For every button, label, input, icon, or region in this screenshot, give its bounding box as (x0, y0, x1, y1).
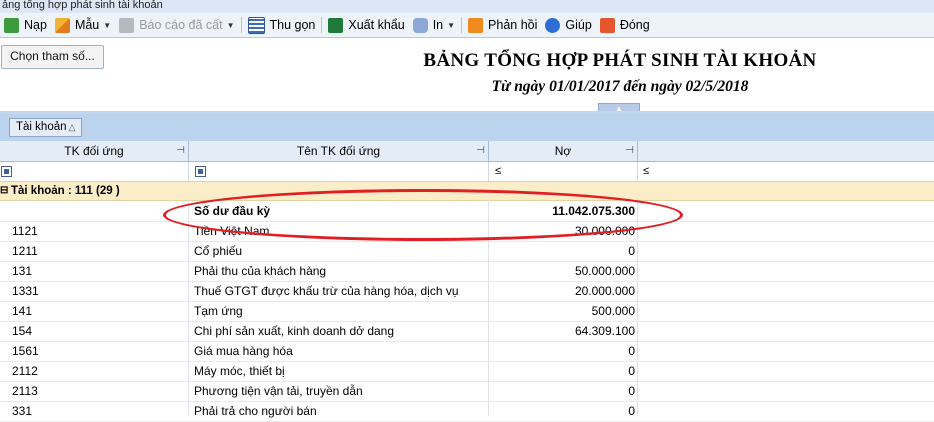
cell-no: 0 (628, 404, 635, 418)
group-by-panel: Tài khoản △ (0, 114, 934, 141)
saved-reports-button[interactable]: Báo cáo đã cất ▼ (115, 14, 238, 36)
table-row[interactable]: 2112 Máy móc, thiết bị 0 (0, 361, 934, 382)
cell-tk-doi-ung: 131 (12, 264, 33, 278)
report-subtitle: Từ ngày 01/01/2017 đến ngày 02/5/2018 (491, 78, 749, 95)
cell-tk-doi-ung: 1121 (12, 224, 38, 238)
table-row[interactable]: 131 Phải thu của khách hàng 50.000.000 (0, 261, 934, 282)
refresh-icon (4, 17, 19, 33)
grid-header: TK đối ứng ⊣ Tên TK đối ứng ⊣ Nợ ⊣ (0, 141, 934, 162)
cell-no: 64.309.100 (574, 324, 635, 338)
filter-cell-next[interactable]: ≤ (638, 162, 934, 181)
cell-tk-doi-ung: 1561 (12, 344, 39, 358)
table-row[interactable]: 2113 Phương tiện vận tải, truyền dẫn 0 (0, 381, 934, 402)
filter-checkbox-icon[interactable] (195, 166, 206, 177)
table-row[interactable]: 141 Tạm ứng 500.000 (0, 301, 934, 322)
filter-cell-ten[interactable] (189, 162, 489, 181)
column-header-next[interactable] (638, 141, 934, 161)
filter-checkbox-icon[interactable] (1, 166, 12, 177)
table-row[interactable]: 1331 Thuế GTGT được khấu trừ của hàng hóa… (0, 281, 934, 302)
filter-row: ≤ ≤ (0, 162, 934, 182)
sort-asc-icon: △ (68, 122, 76, 132)
cell-ten-tk-doi-ung: Cổ phiếu (194, 244, 243, 258)
group-chip-account[interactable]: Tài khoản △ (9, 118, 83, 137)
collapse-button[interactable]: Thu gọn (244, 14, 320, 36)
cell-no: 0 (628, 384, 635, 398)
cell-tk-doi-ung: 1331 (12, 284, 39, 298)
export-button[interactable]: Xuất khẩu (324, 14, 408, 36)
help-icon (545, 17, 561, 33)
mail-icon (468, 17, 484, 33)
help-button[interactable]: Giúp (541, 14, 595, 36)
cell-ten-tk-doi-ung: Thuế GTGT được khấu trừ của hàng hóa, dị… (194, 284, 459, 298)
chevron-down-icon: ▼ (447, 20, 456, 30)
cell-ten-tk-doi-ung: Giá mua hàng hóa (194, 344, 293, 358)
pin-icon[interactable]: ⊣ (176, 141, 185, 161)
cell-tk-doi-ung: 1211 (12, 244, 38, 258)
pin-icon[interactable]: ⊣ (625, 141, 634, 161)
report-title: BẢNG TỔNG HỢP PHÁT SINH TÀI KHOẢN (423, 50, 817, 71)
filter-cell-tk[interactable] (0, 162, 189, 181)
chart-icon (54, 17, 70, 33)
printer-icon (412, 17, 428, 33)
cell-ten-tk-doi-ung: Phải thu của khách hàng (194, 264, 327, 278)
table-row[interactable]: 154 Chi phí sản xuất, kinh doanh dở dang 6… (0, 321, 934, 342)
chevron-down-icon: ▼ (103, 20, 112, 30)
cell-tk-doi-ung: 2112 (12, 364, 38, 378)
chevron-down-icon: ▼ (226, 20, 235, 30)
toolbar-separator (321, 17, 323, 33)
cell-tk-doi-ung: 331 (12, 404, 33, 418)
cell-no: 0 (628, 364, 635, 378)
cell-no: 50.000.000 (574, 264, 635, 278)
cell-no: 0 (628, 244, 635, 258)
cell-tk-doi-ung: 154 (12, 324, 33, 338)
cell-tk-doi-ung: 141 (12, 304, 33, 318)
table-row[interactable]: 331 Phải trả cho người bán 0 (0, 401, 934, 422)
cell-no: 0 (628, 344, 635, 358)
print-button[interactable]: In ▼ (409, 14, 459, 36)
report-header: Chọn tham số... BẢNG TỔNG HỢP PHÁT SINH … (0, 38, 934, 111)
table-row[interactable]: 1211 Cổ phiếu 0 (0, 241, 934, 262)
filter-cell-no[interactable]: ≤ (489, 162, 638, 181)
template-button[interactable]: Mẫu ▼ (51, 14, 115, 36)
cell-ten-tk-doi-ung: Chi phí sản xuất, kinh doanh dở dang (194, 324, 395, 338)
close-button[interactable]: Đóng (596, 14, 654, 36)
annotation-ellipse (163, 189, 683, 241)
cell-no: 500.000 (591, 304, 635, 318)
table-row[interactable]: 1561 Giá mua hàng hóa 0 (0, 341, 934, 362)
cell-ten-tk-doi-ung: Tạm ứng (194, 304, 243, 318)
excel-icon (328, 17, 344, 33)
choose-parameters-button[interactable]: Chọn tham số... (1, 45, 104, 69)
cell-ten-tk-doi-ung: Máy móc, thiết bị (194, 364, 285, 378)
toolbar-separator (461, 17, 463, 33)
column-header-ten-tk-doi-ung[interactable]: Tên TK đối ứng ⊣ (189, 141, 489, 161)
filter-operator[interactable]: ≤ (643, 162, 649, 181)
save-icon (119, 17, 135, 33)
load-button[interactable]: Nạp (0, 14, 51, 36)
expand-icon[interactable]: ⊟ (0, 182, 8, 200)
cell-tk-doi-ung: 2113 (12, 384, 38, 398)
window-title: ảng tổng hợp phát sinh tài khoản (0, 0, 934, 13)
cell-no: 20.000.000 (574, 284, 635, 298)
cell-ten-tk-doi-ung: Phải trả cho người bán (194, 404, 317, 418)
filter-operator[interactable]: ≤ (495, 162, 501, 181)
column-header-no[interactable]: Nợ ⊣ (489, 141, 638, 161)
cell-ten-tk-doi-ung: Phương tiện vận tải, truyền dẫn (194, 384, 363, 398)
feedback-button[interactable]: Phản hồi (464, 14, 541, 36)
power-icon (599, 17, 615, 33)
column-header-tk-doi-ung[interactable]: TK đối ứng ⊣ (0, 141, 189, 161)
toolbar-separator (240, 17, 242, 33)
pin-icon[interactable]: ⊣ (476, 141, 485, 161)
toolbar: Nạp Mẫu ▼ Báo cáo đã cất ▼ Thu gọn Xuất kh… (0, 13, 934, 38)
grid-icon (247, 16, 265, 34)
